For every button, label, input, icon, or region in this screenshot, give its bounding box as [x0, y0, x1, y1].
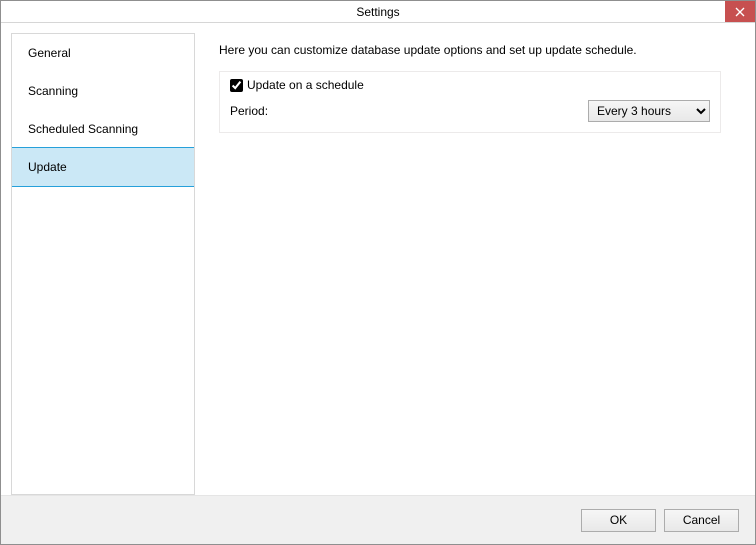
ok-button[interactable]: OK [581, 509, 656, 532]
period-label: Period: [230, 104, 268, 118]
schedule-checkbox[interactable] [230, 79, 243, 92]
close-button[interactable] [725, 1, 755, 22]
period-select[interactable]: Every 3 hours [588, 100, 710, 122]
body: General Scanning Scheduled Scanning Upda… [1, 23, 755, 495]
titlebar: Settings [1, 1, 755, 23]
sidebar-item-general[interactable]: General [12, 34, 194, 72]
sidebar-item-label: Scanning [28, 84, 78, 98]
footer: OK Cancel [1, 495, 755, 544]
window-title: Settings [356, 5, 399, 19]
sidebar-item-update[interactable]: Update [11, 147, 195, 187]
content-area: Here you can customize database update o… [195, 33, 745, 495]
sidebar-item-label: Scheduled Scanning [28, 122, 138, 136]
sidebar-item-scheduled-scanning[interactable]: Scheduled Scanning [12, 110, 194, 148]
sidebar-item-label: Update [28, 160, 67, 174]
period-row: Period: Every 3 hours [230, 100, 710, 122]
cancel-button[interactable]: Cancel [664, 509, 739, 532]
schedule-checkbox-label: Update on a schedule [247, 78, 364, 92]
close-icon [735, 7, 745, 17]
sidebar-item-label: General [28, 46, 71, 60]
page-description: Here you can customize database update o… [219, 43, 721, 57]
settings-window: Settings General Scanning Scheduled Scan… [0, 0, 756, 545]
schedule-header: Update on a schedule [230, 78, 710, 92]
schedule-panel: Update on a schedule Period: Every 3 hou… [219, 71, 721, 133]
sidebar-item-scanning[interactable]: Scanning [12, 72, 194, 110]
sidebar: General Scanning Scheduled Scanning Upda… [11, 33, 195, 495]
